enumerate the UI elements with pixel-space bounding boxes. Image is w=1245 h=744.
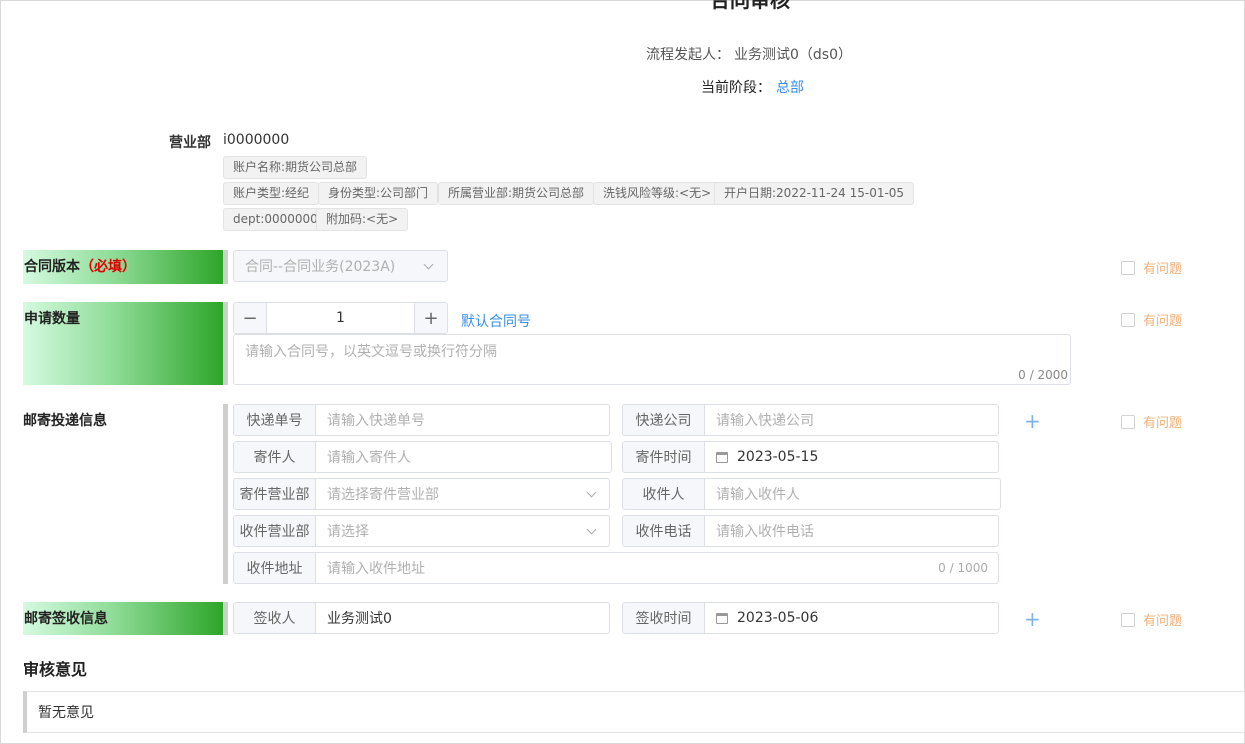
account-name-tag: 账户名称:期货公司总部 bbox=[223, 156, 368, 179]
chevron-down-icon bbox=[586, 524, 597, 534]
sender-label: 寄件人 bbox=[234, 442, 316, 472]
checkbox-box[interactable] bbox=[1121, 612, 1135, 627]
contract-version-label-text: 合同版本 bbox=[24, 259, 80, 275]
issue-label: 有问题 bbox=[1143, 314, 1183, 329]
sender-input[interactable]: 请输入寄件人 bbox=[316, 442, 611, 472]
default-contract-no-link[interactable]: 默认合同号 bbox=[461, 311, 531, 331]
section-divider bbox=[223, 602, 228, 635]
extra-code-tag: 附加码:<无> bbox=[316, 208, 409, 231]
chevron-down-icon-wrap bbox=[586, 479, 609, 509]
page-title: 合同审核 bbox=[710, 0, 790, 12]
initiator-label: 流程发起人： bbox=[646, 47, 730, 63]
receiver-address-field[interactable]: 收件地址 请输入收件地址 0 / 1000 bbox=[233, 552, 999, 584]
courier-input[interactable]: 请输入快递公司 bbox=[705, 405, 998, 435]
tracking-no-field[interactable]: 快递单号 请输入快递单号 bbox=[233, 404, 610, 436]
decrement-button[interactable]: − bbox=[234, 303, 267, 333]
textarea-count: 0 / 2000 bbox=[1018, 368, 1068, 382]
receiver-phone-label: 收件电话 bbox=[623, 516, 705, 546]
sender-branch-label: 寄件营业部 bbox=[234, 479, 316, 509]
section-divider bbox=[223, 250, 228, 284]
contract-version-value: 合同--合同业务(2023A) bbox=[245, 259, 396, 275]
account-type-tag: 账户类型:经纪 bbox=[223, 182, 320, 205]
issue-checkbox-version[interactable]: 有问题 bbox=[1121, 258, 1182, 277]
branch-label: 营业部 bbox=[169, 135, 211, 151]
section-divider bbox=[223, 302, 228, 385]
quantity-value[interactable]: 1 bbox=[267, 303, 414, 333]
identity-type-tag: 身份类型:公司部门 bbox=[318, 182, 439, 205]
open-date-tag: 开户日期:2022-11-24 15-01-05 bbox=[714, 182, 915, 205]
sign-info-label-text: 邮寄签收信息 bbox=[24, 611, 108, 627]
chevron-down-icon bbox=[423, 259, 434, 269]
dept-tag: dept:0000000 bbox=[223, 208, 328, 231]
receiver-label: 收件人 bbox=[623, 479, 705, 509]
sign-time-input[interactable]: 2023-05-06 bbox=[705, 603, 998, 633]
contract-no-textarea[interactable]: 请输入合同号，以英文逗号或换行符分隔 0 / 2000 bbox=[233, 334, 1071, 385]
issue-checkbox-mail[interactable]: 有问题 bbox=[1121, 412, 1182, 431]
initiator-value: 业务测试0（ds0） bbox=[734, 47, 852, 63]
chevron-down-icon bbox=[586, 487, 597, 497]
stage-label: 当前阶段： bbox=[701, 80, 771, 96]
contract-version-label: 合同版本（必填） bbox=[23, 250, 223, 284]
branch-tag: 所属营业部:期货公司总部 bbox=[438, 182, 595, 205]
branch-value: i0000000 bbox=[223, 132, 290, 148]
chevron-down-icon-wrap bbox=[586, 516, 609, 546]
aml-risk-tag: 洗钱风险等级:<无> bbox=[593, 182, 722, 205]
tracking-no-label: 快递单号 bbox=[234, 405, 316, 435]
send-time-input[interactable]: 2023-05-15 bbox=[705, 442, 998, 472]
review-title: 审核意见 bbox=[23, 660, 88, 679]
quantity-stepper[interactable]: − 1 + bbox=[233, 302, 448, 334]
issue-label: 有问题 bbox=[1143, 262, 1183, 277]
required-mark: （必填） bbox=[80, 259, 136, 275]
checkbox-box[interactable] bbox=[1121, 260, 1135, 275]
apply-quantity-label: 申请数量 bbox=[23, 302, 223, 385]
signer-label: 签收人 bbox=[234, 603, 316, 633]
receiver-phone-field[interactable]: 收件电话 请输入收件电话 bbox=[622, 515, 999, 547]
receiver-branch-input[interactable]: 请选择 bbox=[316, 516, 588, 546]
sign-info-label: 邮寄签收信息 bbox=[23, 602, 223, 635]
courier-label: 快递公司 bbox=[623, 405, 705, 435]
sign-time-value: 2023-05-06 bbox=[737, 610, 819, 626]
issue-checkbox-quantity[interactable]: 有问题 bbox=[1121, 310, 1182, 329]
stage-value-link[interactable]: 总部 bbox=[776, 77, 804, 97]
address-count: 0 / 1000 bbox=[938, 561, 988, 575]
tracking-no-input[interactable]: 请输入快递单号 bbox=[316, 405, 609, 435]
increment-button[interactable]: + bbox=[414, 303, 447, 333]
textarea-placeholder: 请输入合同号，以英文逗号或换行符分隔 bbox=[245, 344, 497, 360]
review-text: 暂无意见 bbox=[38, 705, 94, 721]
checkbox-box[interactable] bbox=[1121, 312, 1135, 327]
issue-checkbox-sign[interactable]: 有问题 bbox=[1121, 610, 1182, 629]
contract-version-select[interactable]: 合同--合同业务(2023A) bbox=[233, 250, 448, 282]
receiver-input[interactable]: 请输入收件人 bbox=[705, 479, 1000, 509]
sender-branch-input[interactable]: 请选择寄件营业部 bbox=[316, 479, 588, 509]
review-content: 暂无意见 bbox=[23, 691, 1245, 733]
issue-label: 有问题 bbox=[1143, 416, 1183, 431]
calendar-icon bbox=[716, 451, 728, 463]
sender-field[interactable]: 寄件人 请输入寄件人 bbox=[233, 441, 612, 473]
receiver-branch-label: 收件营业部 bbox=[234, 516, 316, 546]
receiver-phone-input[interactable]: 请输入收件电话 bbox=[705, 516, 998, 546]
sender-branch-select[interactable]: 寄件营业部 请选择寄件营业部 bbox=[233, 478, 610, 510]
receiver-address-input[interactable]: 请输入收件地址 bbox=[316, 553, 938, 583]
signer-field[interactable]: 签收人 业务测试0 bbox=[233, 602, 610, 634]
mail-info-label: 邮寄投递信息 bbox=[23, 413, 107, 429]
signer-input[interactable]: 业务测试0 bbox=[316, 603, 609, 633]
add-mail-button[interactable]: + bbox=[1024, 411, 1041, 431]
section-divider bbox=[223, 404, 228, 584]
sign-time-field[interactable]: 签收时间 2023-05-06 bbox=[622, 602, 999, 634]
apply-quantity-label-text: 申请数量 bbox=[24, 311, 80, 327]
send-time-label: 寄件时间 bbox=[623, 442, 705, 472]
add-sign-button[interactable]: + bbox=[1024, 609, 1041, 629]
calendar-icon bbox=[716, 612, 728, 624]
send-time-field[interactable]: 寄件时间 2023-05-15 bbox=[622, 441, 999, 473]
issue-label: 有问题 bbox=[1143, 614, 1183, 629]
receiver-branch-select[interactable]: 收件营业部 请选择 bbox=[233, 515, 610, 547]
courier-field[interactable]: 快递公司 请输入快递公司 bbox=[622, 404, 999, 436]
checkbox-box[interactable] bbox=[1121, 414, 1135, 429]
receiver-field[interactable]: 收件人 请输入收件人 bbox=[622, 478, 1001, 510]
sign-time-label: 签收时间 bbox=[623, 603, 705, 633]
send-time-value: 2023-05-15 bbox=[737, 449, 819, 465]
receiver-address-label: 收件地址 bbox=[234, 553, 316, 583]
